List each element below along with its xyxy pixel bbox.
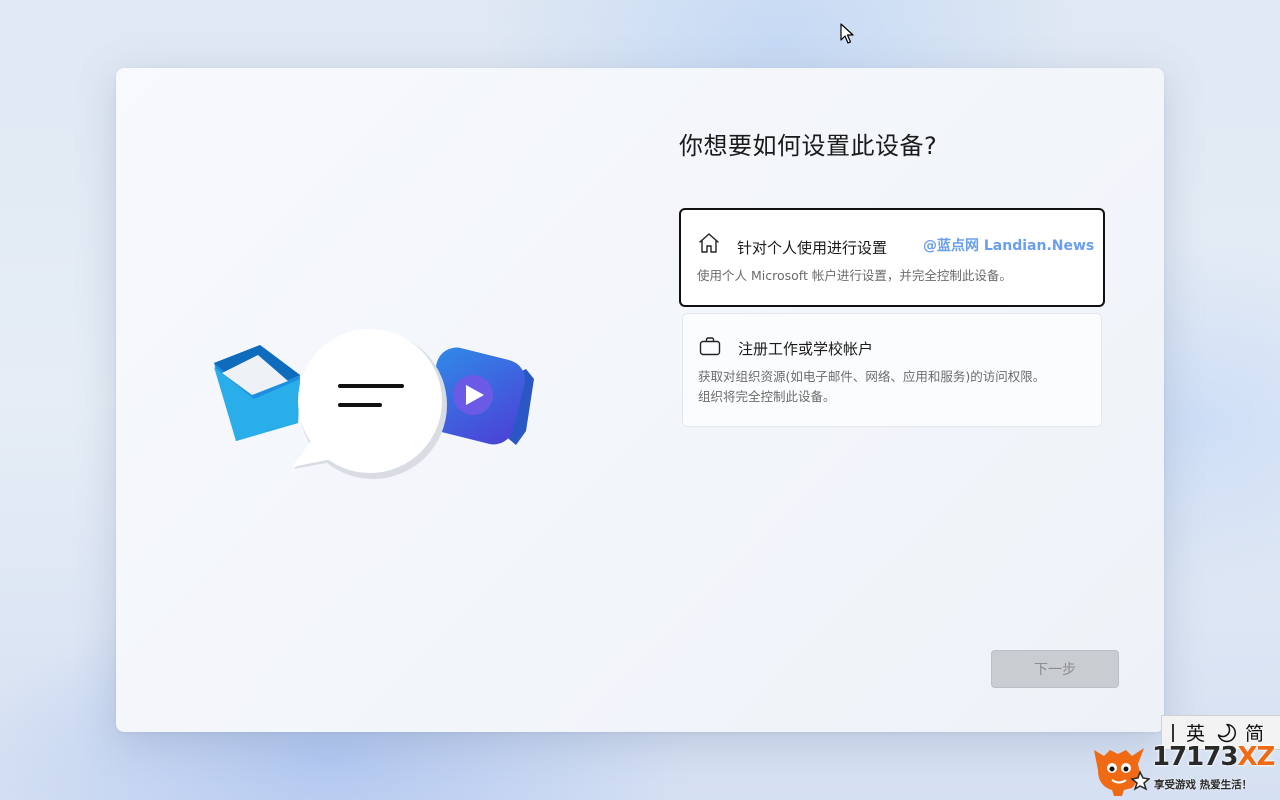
brand-name: 17173XZ [1152,742,1275,772]
brand-mascot-logo [1094,748,1150,796]
work-school-title: 注册工作或学校帐户 [738,340,874,358]
work-school-description-line-1: 获取对组织资源(如电子邮件、网络、应用和服务)的访问权限。 [698,369,1046,384]
work-school-description: 获取对组织资源(如电子邮件、网络、应用和服务)的访问权限。 组织将完全控制此设备… [698,367,1045,407]
mouse-cursor-icon [840,23,854,44]
work-school-description-line-2: 组织将完全控制此设备。 [698,389,836,404]
communication-illustration [214,329,534,479]
brand-suffix: XZ [1237,742,1275,772]
oobe-window: 你想要如何设置此设备? 针对个人使用进行设置 @蓝点网 Landian.News… [116,68,1164,732]
briefcase-icon [699,337,721,356]
ime-drag-handle[interactable] [1172,723,1174,742]
moon-icon[interactable] [1215,722,1237,744]
brand-watermark: 17173XZ 享受游戏 热爱生活！ [1088,742,1278,798]
mail-icon [214,345,300,441]
watermark-text: @蓝点网 Landian.News [923,238,1095,254]
home-icon [699,233,719,253]
personal-use-option[interactable]: 针对个人使用进行设置 @蓝点网 Landian.News 使用个人 Micros… [679,208,1105,307]
page-title: 你想要如何设置此设备? [679,132,938,160]
chat-bubble-icon [292,329,447,479]
personal-use-title: 针对个人使用进行设置 [737,239,888,257]
brand-slogan: 享受游戏 热爱生活！ [1154,779,1253,791]
next-button[interactable]: 下一步 [991,650,1119,688]
work-school-option[interactable]: 注册工作或学校帐户 获取对组织资源(如电子邮件、网络、应用和服务)的访问权限。 … [682,313,1102,427]
brand-number: 17173 [1152,742,1238,772]
personal-use-description: 使用个人 Microsoft 帐户进行设置，并完全控制此设备。 [697,268,1012,283]
